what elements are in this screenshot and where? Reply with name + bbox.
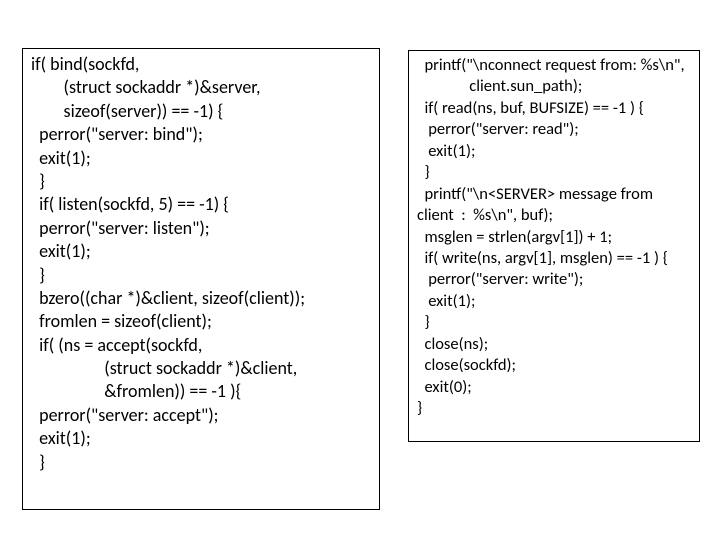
- right-code-box: printf("\nconnect request from: %s\n", c…: [408, 50, 700, 442]
- left-code-box: if( bind(sockfd, (struct sockaddr *)&ser…: [22, 48, 380, 510]
- slide: if( bind(sockfd, (struct sockaddr *)&ser…: [0, 0, 720, 540]
